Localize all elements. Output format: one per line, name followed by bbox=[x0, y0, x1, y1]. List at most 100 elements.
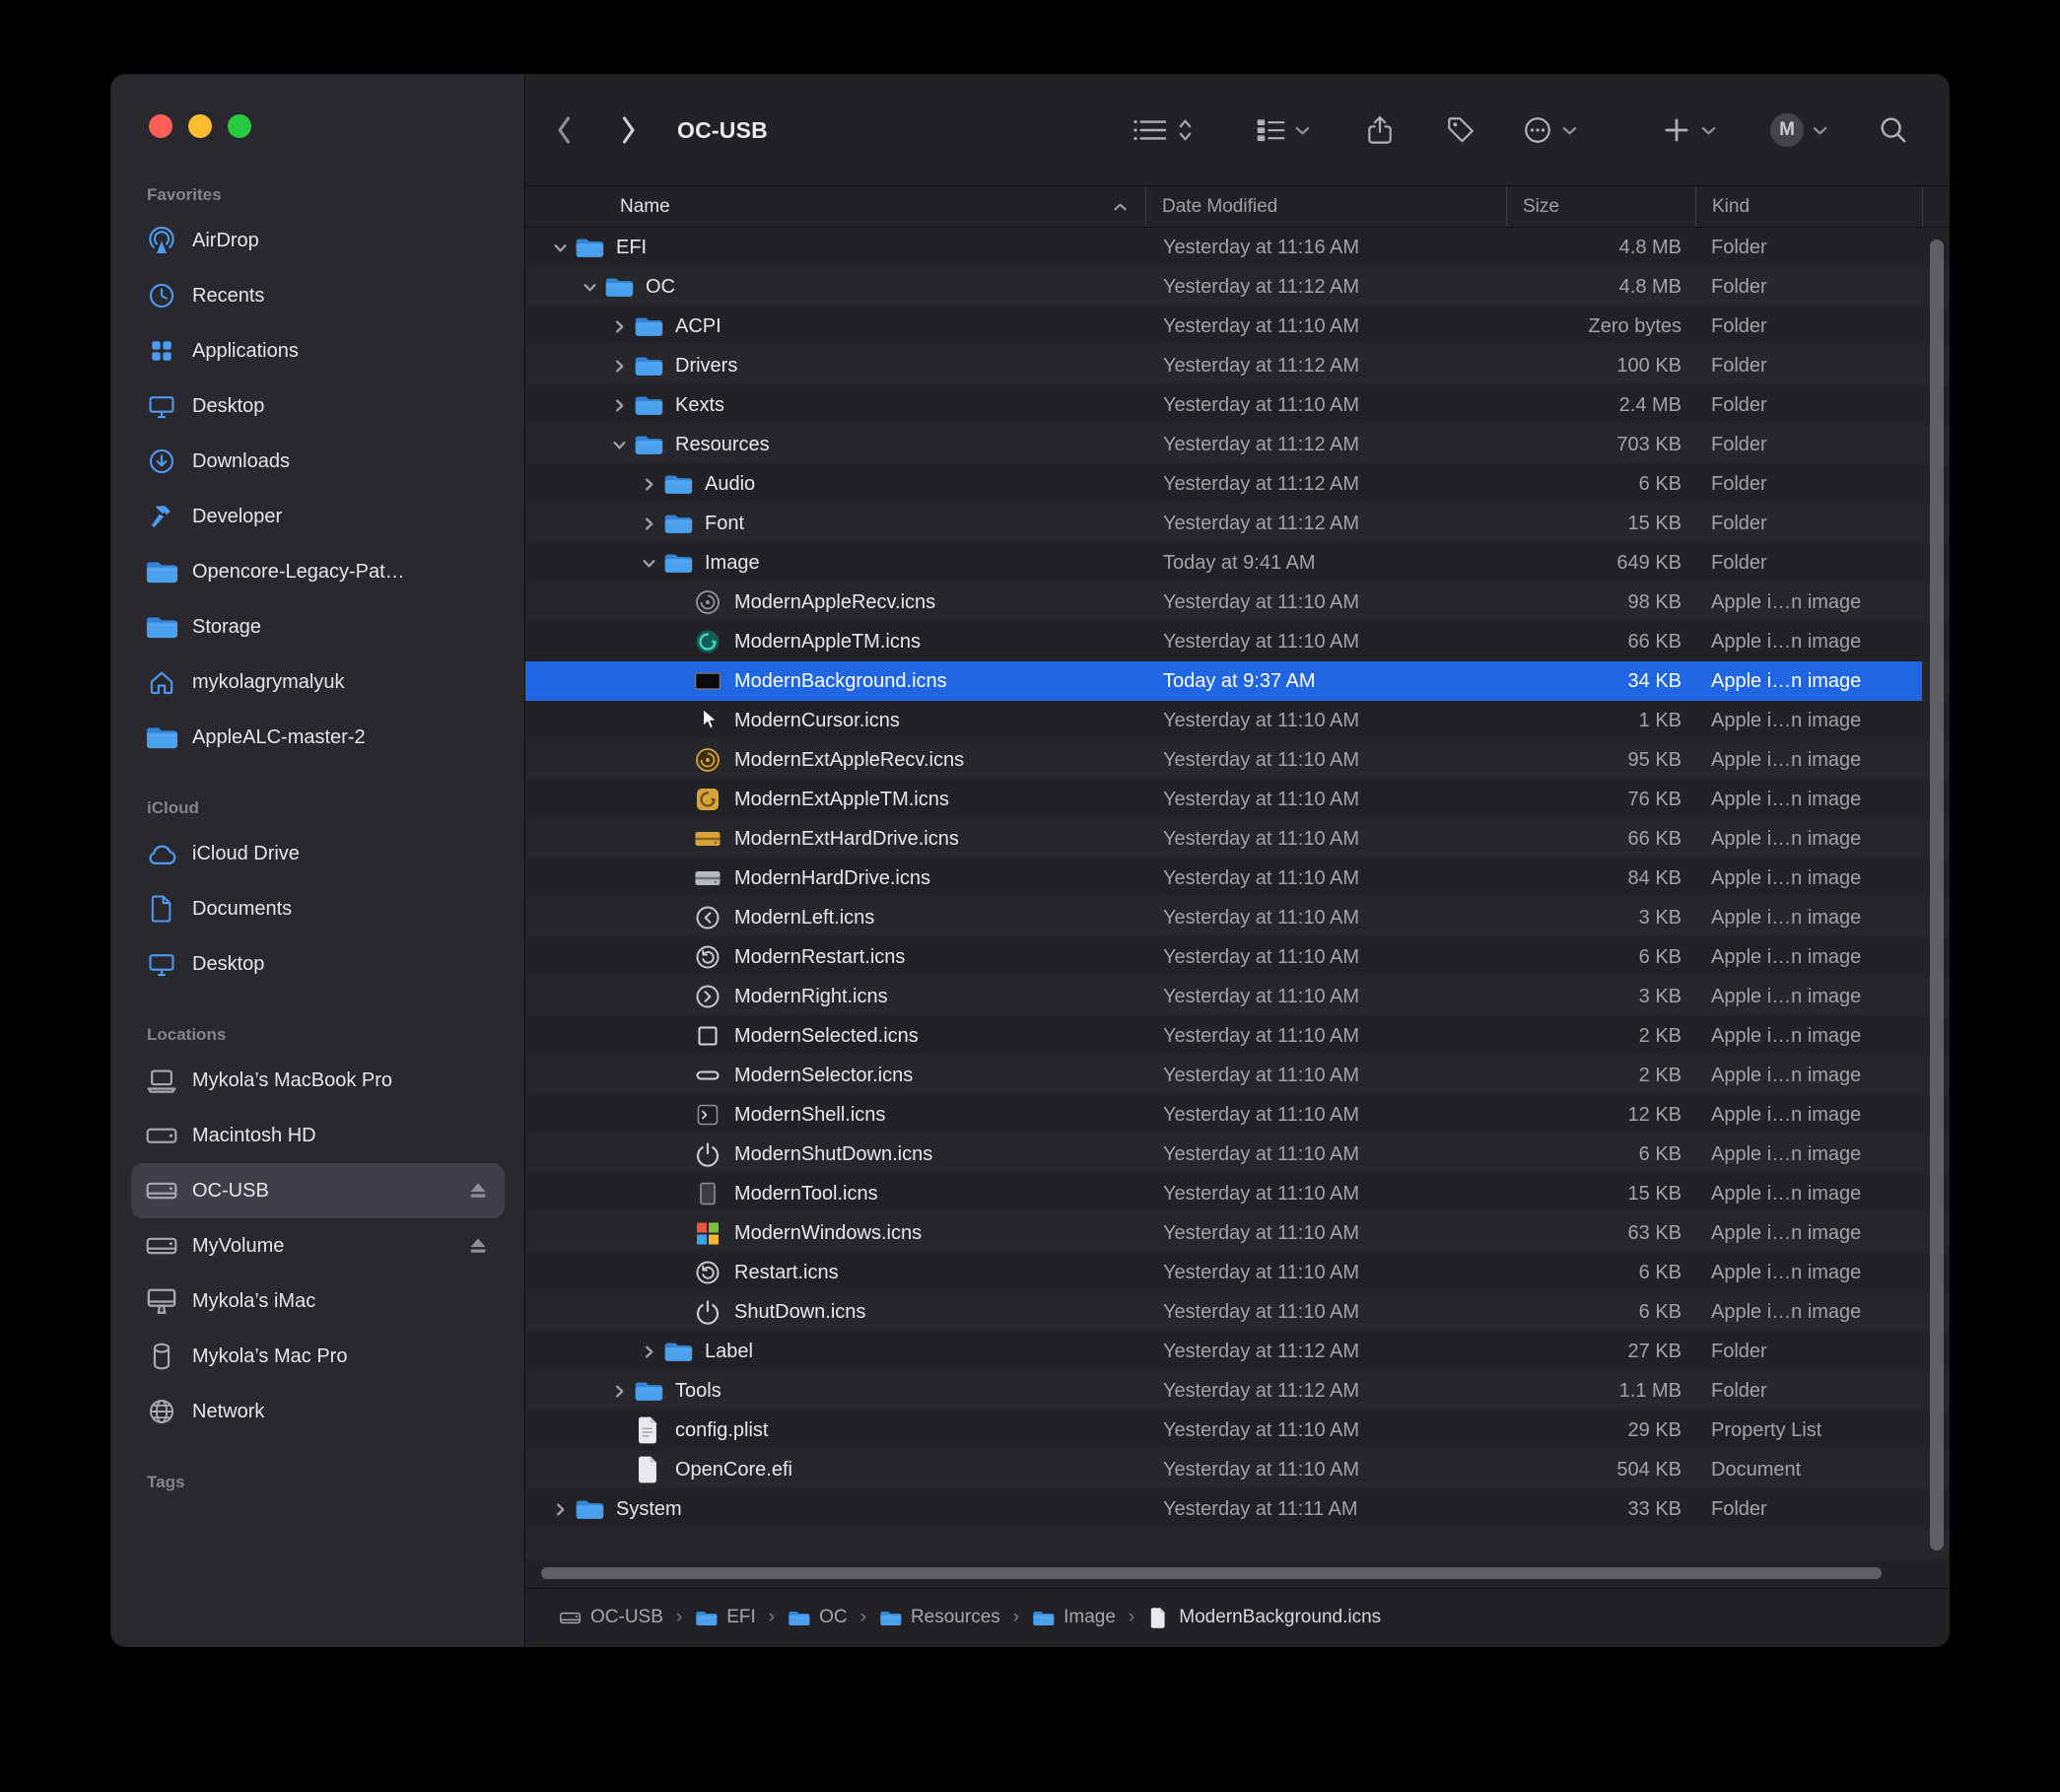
disclosure-closed-icon[interactable] bbox=[634, 474, 663, 494]
disclosure-closed-icon[interactable] bbox=[634, 514, 663, 533]
sidebar-item-mykola-s-mac-pro[interactable]: Mykola’s Mac Pro bbox=[131, 1329, 505, 1384]
minimize-button[interactable] bbox=[188, 114, 212, 138]
file-row-image[interactable]: ImageToday at 9:41 AM649 KBFolder bbox=[525, 543, 1949, 583]
chevron-down-icon[interactable] bbox=[1812, 124, 1828, 137]
file-row-audio[interactable]: AudioYesterday at 11:12 AM6 KBFolder bbox=[525, 464, 1949, 504]
file-row-tools[interactable]: ToolsYesterday at 11:12 AM1.1 MBFolder bbox=[525, 1371, 1949, 1411]
eject-icon[interactable] bbox=[467, 1235, 489, 1257]
sidebar-item-icloud-drive[interactable]: iCloud Drive bbox=[131, 826, 505, 881]
disclosure-closed-icon[interactable] bbox=[604, 316, 634, 336]
home-icon bbox=[145, 667, 178, 697]
column-header-name[interactable]: Name bbox=[525, 186, 1145, 227]
file-row-acpi[interactable]: ACPIYesterday at 11:10 AMZero bytesFolde… bbox=[525, 307, 1949, 346]
disclosure-closed-icon[interactable] bbox=[634, 1342, 663, 1361]
back-button[interactable] bbox=[553, 113, 575, 147]
file-row-resources[interactable]: ResourcesYesterday at 11:12 AM703 KBFold… bbox=[525, 425, 1949, 464]
file-row-modernwindows-icns[interactable]: ModernWindows.icnsYesterday at 11:10 AM6… bbox=[525, 1213, 1949, 1253]
file-row-modernselected-icns[interactable]: ModernSelected.icnsYesterday at 11:10 AM… bbox=[525, 1016, 1949, 1056]
file-row-oc[interactable]: OCYesterday at 11:12 AM4.8 MBFolder bbox=[525, 267, 1949, 307]
file-row-modernright-icns[interactable]: ModernRight.icnsYesterday at 11:10 AM3 K… bbox=[525, 977, 1949, 1016]
file-row-modernharddrive-icns[interactable]: ModernHardDrive.icnsYesterday at 11:10 A… bbox=[525, 859, 1949, 898]
disclosure-closed-icon[interactable] bbox=[604, 356, 634, 376]
file-row-efi[interactable]: EFIYesterday at 11:16 AM4.8 MBFolder bbox=[525, 228, 1949, 267]
disclosure-open-icon[interactable] bbox=[545, 238, 575, 257]
profile-badge[interactable]: M bbox=[1770, 113, 1804, 147]
close-button[interactable] bbox=[149, 114, 172, 138]
eject-icon[interactable] bbox=[467, 1180, 489, 1202]
sidebar-item-network[interactable]: Network bbox=[131, 1384, 505, 1439]
file-row-system[interactable]: SystemYesterday at 11:11 AM33 KBFolder bbox=[525, 1489, 1949, 1529]
share-button[interactable] bbox=[1364, 114, 1396, 146]
file-row-font[interactable]: FontYesterday at 11:12 AM15 KBFolder bbox=[525, 504, 1949, 543]
file-row-config-plist[interactable]: config.plistYesterday at 11:10 AM29 KBPr… bbox=[525, 1411, 1949, 1450]
path-item-modernbackground-icns[interactable]: ModernBackground.icns bbox=[1147, 1607, 1381, 1629]
file-row-modernextappletm-icns[interactable]: ModernExtAppleTM.icnsYesterday at 11:10 … bbox=[525, 780, 1949, 819]
file-row-modernextapplerecv-icns[interactable]: ModernExtAppleRecv.icnsYesterday at 11:1… bbox=[525, 740, 1949, 780]
file-row-restart-icns[interactable]: Restart.icnsYesterday at 11:10 AM6 KBApp… bbox=[525, 1253, 1949, 1292]
chevron-down-icon[interactable] bbox=[1294, 124, 1311, 137]
file-row-kexts[interactable]: KextsYesterday at 11:10 AM2.4 MBFolder bbox=[525, 385, 1949, 425]
file-row-drivers[interactable]: DriversYesterday at 11:12 AM100 KBFolder bbox=[525, 346, 1949, 385]
sidebar-item-documents[interactable]: Documents bbox=[131, 881, 505, 936]
chevron-down-icon[interactable] bbox=[1561, 124, 1578, 137]
sidebar-item-storage[interactable]: Storage bbox=[131, 599, 505, 655]
sidebar-item-applealc-master-2[interactable]: AppleALC-master-2 bbox=[131, 710, 505, 765]
sidebar-item-desktop[interactable]: Desktop bbox=[131, 379, 505, 434]
sidebar-item-downloads[interactable]: Downloads bbox=[131, 434, 505, 489]
disclosure-closed-icon[interactable] bbox=[604, 395, 634, 415]
tag-button[interactable] bbox=[1445, 114, 1476, 146]
sidebar-item-oc-usb[interactable]: OC-USB bbox=[131, 1163, 505, 1218]
disclosure-closed-icon[interactable] bbox=[545, 1499, 575, 1519]
file-row-opencore-efi[interactable]: OpenCore.efiYesterday at 11:10 AM504 KBD… bbox=[525, 1450, 1949, 1489]
list-view-button[interactable] bbox=[1130, 115, 1171, 145]
sidebar-item-developer[interactable]: Developer bbox=[131, 489, 505, 544]
sidebar-item-mykola-s-macbook-pro[interactable]: Mykola’s MacBook Pro bbox=[131, 1053, 505, 1108]
sidebar-item-applications[interactable]: Applications bbox=[131, 323, 505, 379]
search-button[interactable] bbox=[1878, 114, 1909, 146]
file-row-modernselector-icns[interactable]: ModernSelector.icnsYesterday at 11:10 AM… bbox=[525, 1056, 1949, 1095]
sidebar-item-desktop[interactable]: Desktop bbox=[131, 936, 505, 992]
horizontal-scrollbar[interactable] bbox=[541, 1567, 1882, 1579]
column-header-kind[interactable]: Kind bbox=[1695, 186, 1922, 227]
sidebar-item-label: OC-USB bbox=[192, 1180, 459, 1203]
chevron-down-icon[interactable] bbox=[1700, 124, 1717, 137]
sidebar-item-mykola-s-imac[interactable]: Mykola’s iMac bbox=[131, 1274, 505, 1329]
file-row-modernrestart-icns[interactable]: ModernRestart.icnsYesterday at 11:10 AM6… bbox=[525, 937, 1949, 977]
disclosure-open-icon[interactable] bbox=[575, 277, 604, 297]
file-row-modernextharddrive-icns[interactable]: ModernExtHardDrive.icnsYesterday at 11:1… bbox=[525, 819, 1949, 859]
disclosure-open-icon[interactable] bbox=[604, 435, 634, 454]
group-button[interactable] bbox=[1255, 114, 1286, 146]
more-actions-button[interactable] bbox=[1522, 114, 1553, 146]
disclosure-open-icon[interactable] bbox=[634, 553, 663, 573]
sidebar-item-airdrop[interactable]: AirDrop bbox=[131, 213, 505, 268]
path-item-image[interactable]: Image bbox=[1032, 1607, 1116, 1629]
path-item-efi[interactable]: EFI bbox=[695, 1607, 756, 1629]
file-row-modernshell-icns[interactable]: ModernShell.icnsYesterday at 11:10 AM12 … bbox=[525, 1095, 1949, 1135]
file-row-shutdown-icns[interactable]: ShutDown.icnsYesterday at 11:10 AM6 KBAp… bbox=[525, 1292, 1949, 1332]
path-item-oc-usb[interactable]: OC-USB bbox=[559, 1607, 663, 1629]
new-item-button[interactable] bbox=[1661, 114, 1692, 146]
sidebar-item-mykolagrymalyuk[interactable]: mykolagrymalyuk bbox=[131, 655, 505, 710]
file-row-label[interactable]: LabelYesterday at 11:12 AM27 KBFolder bbox=[525, 1332, 1949, 1371]
vertical-scrollbar[interactable] bbox=[1930, 240, 1944, 1551]
file-row-modernbackground-icns[interactable]: ModernBackground.icnsToday at 9:37 AM34 … bbox=[525, 661, 1949, 701]
path-item-oc[interactable]: OC bbox=[788, 1607, 848, 1629]
file-row-modernappletm-icns[interactable]: ModernAppleTM.icnsYesterday at 11:10 AM6… bbox=[525, 622, 1949, 661]
file-row-modernleft-icns[interactable]: ModernLeft.icnsYesterday at 11:10 AM3 KB… bbox=[525, 898, 1949, 937]
file-row-moderncursor-icns[interactable]: ModernCursor.icnsYesterday at 11:10 AM1 … bbox=[525, 701, 1949, 740]
file-size: 63 KB bbox=[1506, 1213, 1695, 1253]
file-row-modernapplerecv-icns[interactable]: ModernAppleRecv.icnsYesterday at 11:10 A… bbox=[525, 583, 1949, 622]
column-header-date-modified[interactable]: Date Modified bbox=[1145, 186, 1506, 227]
disclosure-closed-icon[interactable] bbox=[604, 1381, 634, 1401]
path-item-resources[interactable]: Resources bbox=[879, 1607, 1000, 1629]
file-row-modernshutdown-icns[interactable]: ModernShutDown.icnsYesterday at 11:10 AM… bbox=[525, 1135, 1949, 1174]
sidebar-item-myvolume[interactable]: MyVolume bbox=[131, 1218, 505, 1274]
sidebar-item-recents[interactable]: Recents bbox=[131, 268, 505, 323]
sidebar-item-opencore-legacy-pat[interactable]: Opencore-Legacy-Pat… bbox=[131, 544, 505, 599]
view-sort-chevrons-icon[interactable] bbox=[1177, 116, 1194, 144]
forward-button[interactable] bbox=[618, 113, 640, 147]
sidebar-item-macintosh-hd[interactable]: Macintosh HD bbox=[131, 1108, 505, 1163]
file-row-moderntool-icns[interactable]: ModernTool.icnsYesterday at 11:10 AM15 K… bbox=[525, 1174, 1949, 1213]
column-header-size[interactable]: Size bbox=[1506, 186, 1695, 227]
zoom-button[interactable] bbox=[228, 114, 251, 138]
